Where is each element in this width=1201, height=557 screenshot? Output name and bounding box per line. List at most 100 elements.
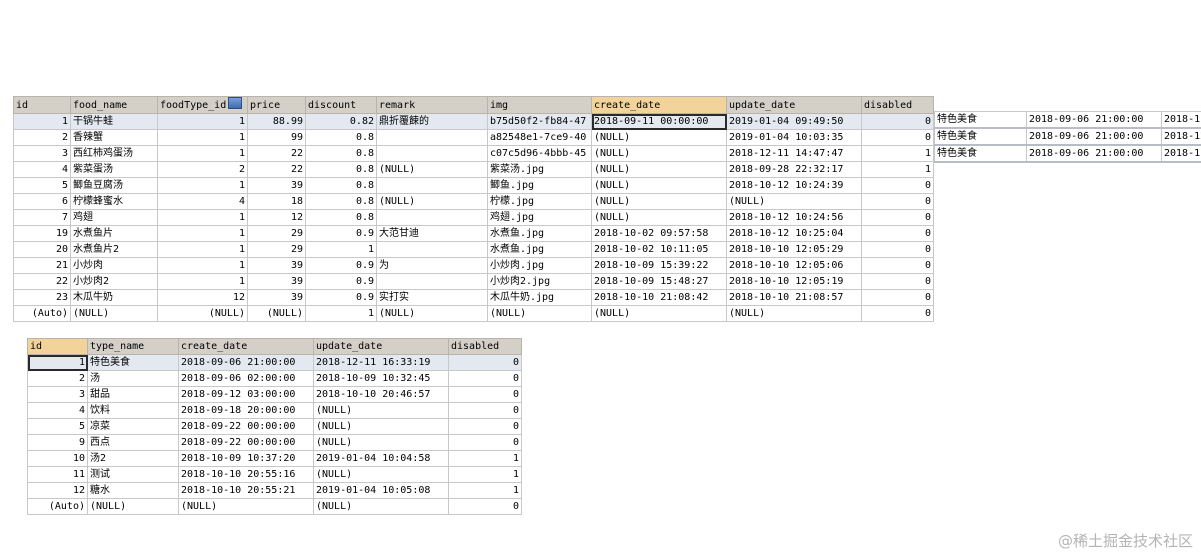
table-cell[interactable]: 特色美食 (87, 354, 179, 371)
column-header-update-date[interactable]: update_date (313, 338, 449, 355)
table-cell[interactable]: 2019-01-04 10:05:08 (313, 482, 449, 499)
table-cell[interactable]: 2018-10-10 12:05:29 (726, 241, 862, 258)
table-row[interactable]: 4 饮料 2018-09-18 20:00:00 (NULL) 0 (27, 402, 522, 419)
table-cell[interactable]: 木瓜牛奶.jpg (487, 289, 592, 306)
table-row[interactable]: 2 香辣蟹 1 99 0.8 a82548e1-7ce9-40 (NULL) 2019-01-… (13, 129, 934, 146)
table-cell[interactable]: (NULL) (726, 305, 862, 322)
table-cell[interactable]: 实打实 (376, 289, 488, 306)
table-cell[interactable]: 0 (861, 305, 934, 322)
table-cell[interactable]: 1 (305, 241, 377, 258)
table-cell[interactable]: 1 (27, 354, 88, 371)
table-cell[interactable]: 2018-09-06 21:00:00 (1026, 127, 1162, 146)
table-row[interactable]: 特色美食 2018-09-06 21:00:00 2018-1 (934, 111, 1201, 129)
table-row[interactable]: 5 鲫鱼豆腐汤 1 39 0.8 鲫鱼.jpg (NULL) 2018-10-12 10:24… (13, 177, 934, 194)
column-header-foodtype-id[interactable]: foodType_id (157, 96, 248, 114)
table-cell[interactable]: a82548e1-7ce9-40 (487, 129, 592, 146)
table-cell[interactable]: (NULL) (591, 145, 727, 162)
table-row[interactable]: 5 凉菜 2018-09-22 00:00:00 (NULL) 0 (27, 418, 522, 435)
table-cell[interactable]: 紫菜汤.jpg (487, 161, 592, 178)
column-header-discount[interactable]: discount (305, 96, 377, 114)
table-cell[interactable]: 22 (247, 145, 306, 162)
table-cell[interactable]: 鼎折覆餗的 (376, 113, 488, 130)
table-cell[interactable]: (NULL) (313, 402, 449, 419)
table-cell[interactable]: 为 (376, 257, 488, 274)
table-cell[interactable]: 特色美食 (934, 144, 1027, 163)
table-cell[interactable]: 39 (247, 273, 306, 290)
table-cell[interactable]: 水煮鱼.jpg (487, 241, 592, 258)
table-cell[interactable]: 1 (448, 450, 522, 467)
table-cell[interactable]: 39 (247, 257, 306, 274)
column-header-type-name[interactable]: type_name (87, 338, 179, 355)
table-cell[interactable]: (NULL) (157, 305, 248, 322)
table-cell[interactable]: 29 (247, 225, 306, 242)
table-cell[interactable]: 2018-10-10 12:05:19 (726, 273, 862, 290)
table-cell[interactable]: 23 (13, 289, 71, 306)
table-cell[interactable]: 1 (157, 145, 248, 162)
table-cell[interactable]: 2018-10-10 20:46:57 (313, 386, 449, 403)
table-cell[interactable]: (NULL) (313, 466, 449, 483)
table-cell[interactable]: 2 (157, 161, 248, 178)
table-cell[interactable]: 0 (861, 257, 934, 274)
table-row[interactable]: 4 紫菜蛋汤 2 22 0.8 (NULL) 紫菜汤.jpg (NULL) 2018-09-28… (13, 161, 934, 178)
table-cell[interactable]: 2018-09-06 21:00:00 (1026, 111, 1162, 129)
table-cell[interactable]: 2018-1 (1161, 111, 1201, 129)
table-cell[interactable]: 10 (27, 450, 88, 467)
table-cell[interactable]: 0 (861, 225, 934, 242)
table-cell[interactable]: 12 (157, 289, 248, 306)
table-row[interactable]: 10 汤2 2018-10-09 10:37:20 2019-01-04 10:04:… (27, 450, 522, 467)
table-cell[interactable]: (Auto) (13, 305, 71, 322)
table-cell[interactable]: 0 (448, 386, 522, 403)
table-cell[interactable] (376, 177, 488, 194)
table-cell[interactable]: 0 (448, 434, 522, 451)
table-cell[interactable]: 2 (13, 129, 71, 146)
table-row[interactable]: 20 水煮鱼片2 1 29 1 水煮鱼.jpg 2018-10-02 10:11:05 201… (13, 241, 934, 258)
table-cell[interactable]: 柠檬蜂蜜水 (70, 193, 158, 210)
table-cell[interactable]: 2018-10-10 20:55:21 (178, 482, 314, 499)
table-cell[interactable]: 甜品 (87, 386, 179, 403)
table-row[interactable]: 19 水煮鱼片 1 29 0.9 大范甘迪 水煮鱼.jpg 2018-10-02 09:57:… (13, 225, 934, 242)
table-row[interactable]: 23 木瓜牛奶 12 39 0.9 实打实 木瓜牛奶.jpg 2018-10-10 21:08… (13, 289, 934, 306)
table-cell[interactable]: (NULL) (313, 418, 449, 435)
table-cell[interactable]: (NULL) (178, 498, 314, 515)
table-cell[interactable]: 2018-1 (1161, 144, 1201, 163)
table-cell[interactable]: 1 (157, 129, 248, 146)
table-row[interactable]: 22 小炒肉2 1 39 0.9 小炒肉2.jpg 2018-10-09 15:48:27 2… (13, 273, 934, 290)
table-cell[interactable]: 0 (448, 498, 522, 515)
table-cell[interactable]: 小炒肉2 (70, 273, 158, 290)
column-header-price[interactable]: price (247, 96, 306, 114)
table-cell[interactable]: 1 (861, 145, 934, 162)
table-cell[interactable]: 大范甘迪 (376, 225, 488, 242)
table-cell[interactable]: 29 (247, 241, 306, 258)
table-cell[interactable]: 1 (305, 305, 377, 322)
table-row[interactable]: 3 西红柿鸡蛋汤 1 22 0.8 c07c5d96-4bbb-45 (NULL) 2018-… (13, 145, 934, 162)
table-cell[interactable]: 小炒肉 (70, 257, 158, 274)
column-header-id[interactable]: id (13, 96, 71, 114)
table-cell[interactable]: 22 (13, 273, 71, 290)
table-cell[interactable]: 1 (13, 113, 71, 130)
table-cell[interactable]: 2018-10-10 21:08:57 (726, 289, 862, 306)
table-cell[interactable]: 1 (157, 209, 248, 226)
table-cell[interactable]: 0.8 (305, 145, 377, 162)
table-cell[interactable]: 鲫鱼豆腐汤 (70, 177, 158, 194)
table-cell[interactable]: 特色美食 (934, 127, 1027, 146)
table-cell[interactable]: (NULL) (487, 305, 592, 322)
table-cell[interactable]: 39 (247, 289, 306, 306)
table-row[interactable]: (Auto) (NULL) (NULL) (NULL) 1 (NULL) (NULL) (NU… (13, 305, 934, 322)
table-cell[interactable]: 2019-01-04 10:03:35 (726, 129, 862, 146)
table-cell[interactable] (376, 145, 488, 162)
table-cell[interactable]: 0 (448, 418, 522, 435)
table-row[interactable]: 9 西点 2018-09-22 00:00:00 (NULL) 0 (27, 434, 522, 451)
table-cell[interactable]: (NULL) (726, 193, 862, 210)
table-cell[interactable]: 6 (13, 193, 71, 210)
table-cell[interactable]: 0.8 (305, 161, 377, 178)
table-cell[interactable]: 0.9 (305, 257, 377, 274)
table-row[interactable]: 21 小炒肉 1 39 0.9 为小炒肉.jpg 2018-10-09 15:39:22 20… (13, 257, 934, 274)
table-cell[interactable]: 汤2 (87, 450, 179, 467)
table-cell[interactable]: (NULL) (376, 305, 488, 322)
table-cell[interactable]: 2018-09-18 20:00:00 (178, 402, 314, 419)
table-cell[interactable]: 2018-10-09 15:39:22 (591, 257, 727, 274)
table-cell[interactable]: 2019-01-04 10:04:58 (313, 450, 449, 467)
table-cell[interactable]: 鲫鱼.jpg (487, 177, 592, 194)
table-cell[interactable]: 0 (861, 193, 934, 210)
table-cell[interactable]: 11 (27, 466, 88, 483)
